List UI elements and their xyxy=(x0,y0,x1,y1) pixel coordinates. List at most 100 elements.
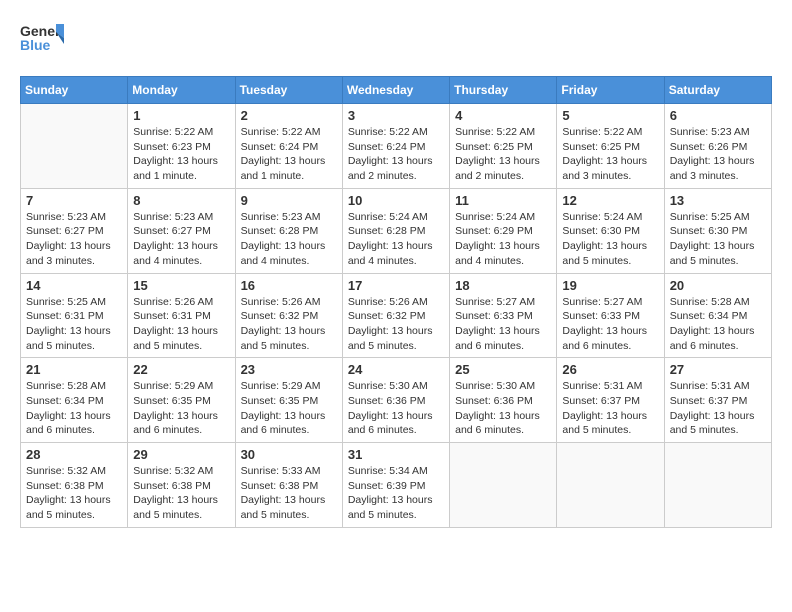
day-info: Sunrise: 5:34 AM Sunset: 6:39 PM Dayligh… xyxy=(348,464,444,523)
day-number: 22 xyxy=(133,362,229,377)
calendar-cell xyxy=(450,443,557,528)
day-number: 12 xyxy=(562,193,658,208)
day-info: Sunrise: 5:31 AM Sunset: 6:37 PM Dayligh… xyxy=(670,379,766,438)
day-number: 9 xyxy=(241,193,337,208)
day-info: Sunrise: 5:23 AM Sunset: 6:27 PM Dayligh… xyxy=(133,210,229,269)
calendar-header-monday: Monday xyxy=(128,77,235,104)
day-number: 23 xyxy=(241,362,337,377)
calendar: SundayMondayTuesdayWednesdayThursdayFrid… xyxy=(20,76,772,528)
logo-icon: General Blue xyxy=(20,20,64,54)
day-info: Sunrise: 5:23 AM Sunset: 6:28 PM Dayligh… xyxy=(241,210,337,269)
day-number: 3 xyxy=(348,108,444,123)
day-number: 21 xyxy=(26,362,122,377)
day-number: 28 xyxy=(26,447,122,462)
day-number: 10 xyxy=(348,193,444,208)
day-info: Sunrise: 5:25 AM Sunset: 6:31 PM Dayligh… xyxy=(26,295,122,354)
day-info: Sunrise: 5:26 AM Sunset: 6:32 PM Dayligh… xyxy=(348,295,444,354)
day-info: Sunrise: 5:27 AM Sunset: 6:33 PM Dayligh… xyxy=(455,295,551,354)
calendar-cell: 20 Sunrise: 5:28 AM Sunset: 6:34 PM Dayli… xyxy=(664,273,771,358)
day-info: Sunrise: 5:22 AM Sunset: 6:25 PM Dayligh… xyxy=(455,125,551,184)
day-info: Sunrise: 5:22 AM Sunset: 6:25 PM Dayligh… xyxy=(562,125,658,184)
day-info: Sunrise: 5:30 AM Sunset: 6:36 PM Dayligh… xyxy=(455,379,551,438)
calendar-cell: 21 Sunrise: 5:28 AM Sunset: 6:34 PM Dayli… xyxy=(21,358,128,443)
day-number: 2 xyxy=(241,108,337,123)
day-number: 6 xyxy=(670,108,766,123)
calendar-cell: 11 Sunrise: 5:24 AM Sunset: 6:29 PM Dayli… xyxy=(450,188,557,273)
calendar-header-friday: Friday xyxy=(557,77,664,104)
calendar-cell: 10Sunrise: 5:24 AM Sunset: 6:28 PM Dayli… xyxy=(342,188,449,273)
day-number: 14 xyxy=(26,278,122,293)
day-number: 5 xyxy=(562,108,658,123)
calendar-cell: 12 Sunrise: 5:24 AM Sunset: 6:30 PM Dayli… xyxy=(557,188,664,273)
calendar-cell: 15 Sunrise: 5:26 AM Sunset: 6:31 PM Dayli… xyxy=(128,273,235,358)
calendar-cell: 30Sunrise: 5:33 AM Sunset: 6:38 PM Dayli… xyxy=(235,443,342,528)
calendar-cell: 7 Sunrise: 5:23 AM Sunset: 6:27 PM Daylig… xyxy=(21,188,128,273)
day-number: 7 xyxy=(26,193,122,208)
day-info: Sunrise: 5:32 AM Sunset: 6:38 PM Dayligh… xyxy=(26,464,122,523)
calendar-cell: 19Sunrise: 5:27 AM Sunset: 6:33 PM Dayli… xyxy=(557,273,664,358)
calendar-cell: 16 Sunrise: 5:26 AM Sunset: 6:32 PM Dayli… xyxy=(235,273,342,358)
calendar-header-wednesday: Wednesday xyxy=(342,77,449,104)
day-info: Sunrise: 5:26 AM Sunset: 6:31 PM Dayligh… xyxy=(133,295,229,354)
day-info: Sunrise: 5:28 AM Sunset: 6:34 PM Dayligh… xyxy=(670,295,766,354)
day-info: Sunrise: 5:23 AM Sunset: 6:26 PM Dayligh… xyxy=(670,125,766,184)
day-info: Sunrise: 5:22 AM Sunset: 6:24 PM Dayligh… xyxy=(348,125,444,184)
day-number: 20 xyxy=(670,278,766,293)
day-number: 19 xyxy=(562,278,658,293)
day-info: Sunrise: 5:32 AM Sunset: 6:38 PM Dayligh… xyxy=(133,464,229,523)
day-info: Sunrise: 5:28 AM Sunset: 6:34 PM Dayligh… xyxy=(26,379,122,438)
day-number: 24 xyxy=(348,362,444,377)
calendar-week-2: 7 Sunrise: 5:23 AM Sunset: 6:27 PM Daylig… xyxy=(21,188,772,273)
calendar-cell: 8 Sunrise: 5:23 AM Sunset: 6:27 PM Daylig… xyxy=(128,188,235,273)
calendar-week-1: 1 Sunrise: 5:22 AM Sunset: 6:23 PM Daylig… xyxy=(21,104,772,189)
calendar-cell: 22 Sunrise: 5:29 AM Sunset: 6:35 PM Dayli… xyxy=(128,358,235,443)
calendar-cell: 5 Sunrise: 5:22 AM Sunset: 6:25 PM Daylig… xyxy=(557,104,664,189)
day-info: Sunrise: 5:22 AM Sunset: 6:23 PM Dayligh… xyxy=(133,125,229,184)
calendar-cell: 18 Sunrise: 5:27 AM Sunset: 6:33 PM Dayli… xyxy=(450,273,557,358)
day-number: 4 xyxy=(455,108,551,123)
day-info: Sunrise: 5:31 AM Sunset: 6:37 PM Dayligh… xyxy=(562,379,658,438)
calendar-header-tuesday: Tuesday xyxy=(235,77,342,104)
calendar-week-3: 14 Sunrise: 5:25 AM Sunset: 6:31 PM Dayli… xyxy=(21,273,772,358)
day-info: Sunrise: 5:22 AM Sunset: 6:24 PM Dayligh… xyxy=(241,125,337,184)
day-number: 18 xyxy=(455,278,551,293)
day-number: 16 xyxy=(241,278,337,293)
calendar-cell: 26 Sunrise: 5:31 AM Sunset: 6:37 PM Dayli… xyxy=(557,358,664,443)
calendar-cell: 31 Sunrise: 5:34 AM Sunset: 6:39 PM Dayli… xyxy=(342,443,449,528)
day-info: Sunrise: 5:26 AM Sunset: 6:32 PM Dayligh… xyxy=(241,295,337,354)
calendar-cell: 14 Sunrise: 5:25 AM Sunset: 6:31 PM Dayli… xyxy=(21,273,128,358)
day-info: Sunrise: 5:30 AM Sunset: 6:36 PM Dayligh… xyxy=(348,379,444,438)
logo: General Blue xyxy=(20,20,64,54)
calendar-header-sunday: Sunday xyxy=(21,77,128,104)
calendar-header-saturday: Saturday xyxy=(664,77,771,104)
day-number: 17 xyxy=(348,278,444,293)
svg-text:Blue: Blue xyxy=(20,37,51,53)
day-number: 13 xyxy=(670,193,766,208)
calendar-header-thursday: Thursday xyxy=(450,77,557,104)
calendar-cell: 27 Sunrise: 5:31 AM Sunset: 6:37 PM Dayli… xyxy=(664,358,771,443)
day-number: 1 xyxy=(133,108,229,123)
day-number: 11 xyxy=(455,193,551,208)
calendar-cell: 28 Sunrise: 5:32 AM Sunset: 6:38 PM Dayli… xyxy=(21,443,128,528)
day-info: Sunrise: 5:23 AM Sunset: 6:27 PM Dayligh… xyxy=(26,210,122,269)
calendar-cell: 17 Sunrise: 5:26 AM Sunset: 6:32 PM Dayli… xyxy=(342,273,449,358)
calendar-cell: 2 Sunrise: 5:22 AM Sunset: 6:24 PM Daylig… xyxy=(235,104,342,189)
day-info: Sunrise: 5:24 AM Sunset: 6:30 PM Dayligh… xyxy=(562,210,658,269)
day-info: Sunrise: 5:29 AM Sunset: 6:35 PM Dayligh… xyxy=(133,379,229,438)
day-info: Sunrise: 5:25 AM Sunset: 6:30 PM Dayligh… xyxy=(670,210,766,269)
day-number: 8 xyxy=(133,193,229,208)
calendar-cell: 13 Sunrise: 5:25 AM Sunset: 6:30 PM Dayli… xyxy=(664,188,771,273)
calendar-cell: 29Sunrise: 5:32 AM Sunset: 6:38 PM Dayli… xyxy=(128,443,235,528)
calendar-cell xyxy=(557,443,664,528)
calendar-cell: 1 Sunrise: 5:22 AM Sunset: 6:23 PM Daylig… xyxy=(128,104,235,189)
day-number: 26 xyxy=(562,362,658,377)
day-info: Sunrise: 5:24 AM Sunset: 6:29 PM Dayligh… xyxy=(455,210,551,269)
day-number: 15 xyxy=(133,278,229,293)
day-number: 31 xyxy=(348,447,444,462)
calendar-cell: 25Sunrise: 5:30 AM Sunset: 6:36 PM Dayli… xyxy=(450,358,557,443)
calendar-cell: 6 Sunrise: 5:23 AM Sunset: 6:26 PM Daylig… xyxy=(664,104,771,189)
calendar-cell: 3 Sunrise: 5:22 AM Sunset: 6:24 PM Daylig… xyxy=(342,104,449,189)
calendar-cell: 9 Sunrise: 5:23 AM Sunset: 6:28 PM Daylig… xyxy=(235,188,342,273)
day-number: 27 xyxy=(670,362,766,377)
calendar-cell: 23Sunrise: 5:29 AM Sunset: 6:35 PM Dayli… xyxy=(235,358,342,443)
